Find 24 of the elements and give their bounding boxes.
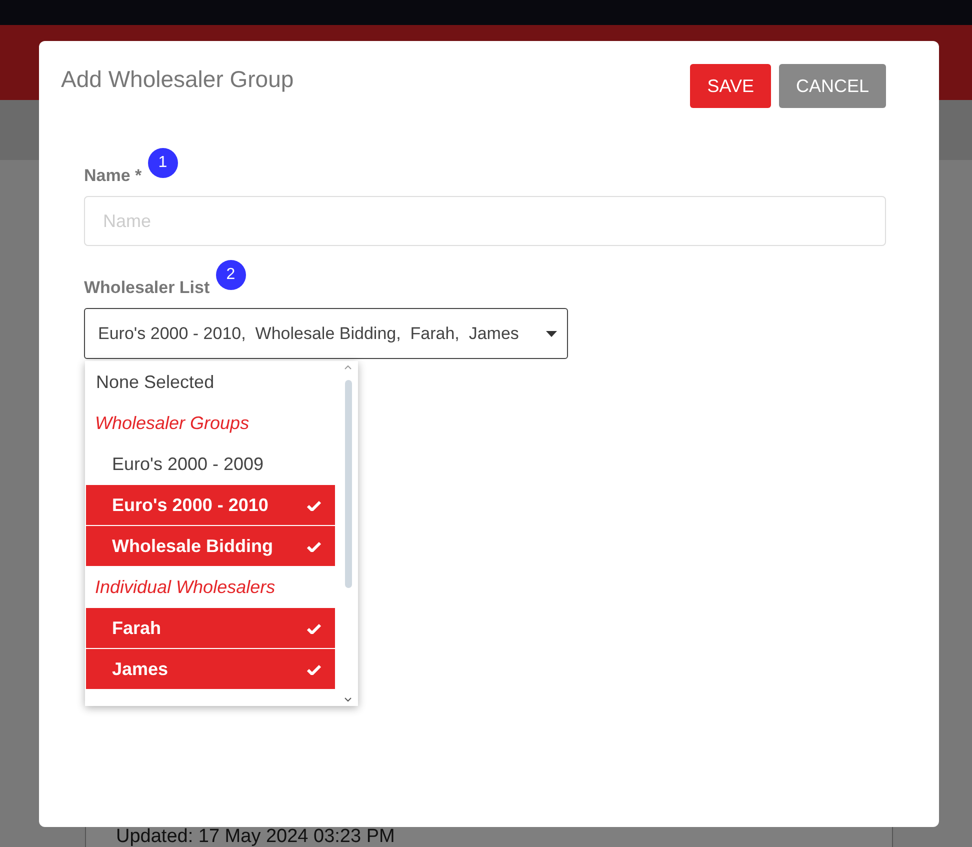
field-label: Name * xyxy=(84,166,142,186)
dropdown-option[interactable]: Euro's 2000 - 2009 xyxy=(86,444,335,484)
group-header: Wholesaler Groups xyxy=(94,412,250,435)
dialog-title: Add Wholesaler Group xyxy=(61,66,294,93)
caret-icon xyxy=(546,330,557,336)
dropdown-option[interactable]: Euro's 2000 - 2010 xyxy=(86,485,335,525)
step-badge: 2 xyxy=(216,260,246,290)
scroll-up-icon[interactable] xyxy=(344,365,352,370)
check-icon xyxy=(307,500,321,510)
dropdown-option[interactable]: Farah xyxy=(86,608,335,648)
dropdown-option[interactable]: James xyxy=(86,649,335,689)
cancel-button[interactable]: CANCEL xyxy=(778,64,886,108)
wholesaler-select[interactable]: Euro's 2000 - 2010, Wholesale Bidding, Farah, James xyxy=(84,308,568,359)
check-icon xyxy=(307,664,321,674)
dropdown-option[interactable]: Wholesale Bidding xyxy=(86,526,335,566)
dropdown-option[interactable]: None Selected xyxy=(86,362,335,402)
scroll-down-icon[interactable] xyxy=(344,697,352,702)
field-label: Wholesaler List xyxy=(84,278,210,298)
group-header: Individual Wholesalers xyxy=(94,576,276,599)
check-icon xyxy=(307,540,321,552)
step-badge: 1 xyxy=(148,148,178,178)
scrollbar[interactable] xyxy=(344,365,352,702)
save-button[interactable]: SAVE xyxy=(690,64,771,108)
check-icon xyxy=(307,622,321,634)
